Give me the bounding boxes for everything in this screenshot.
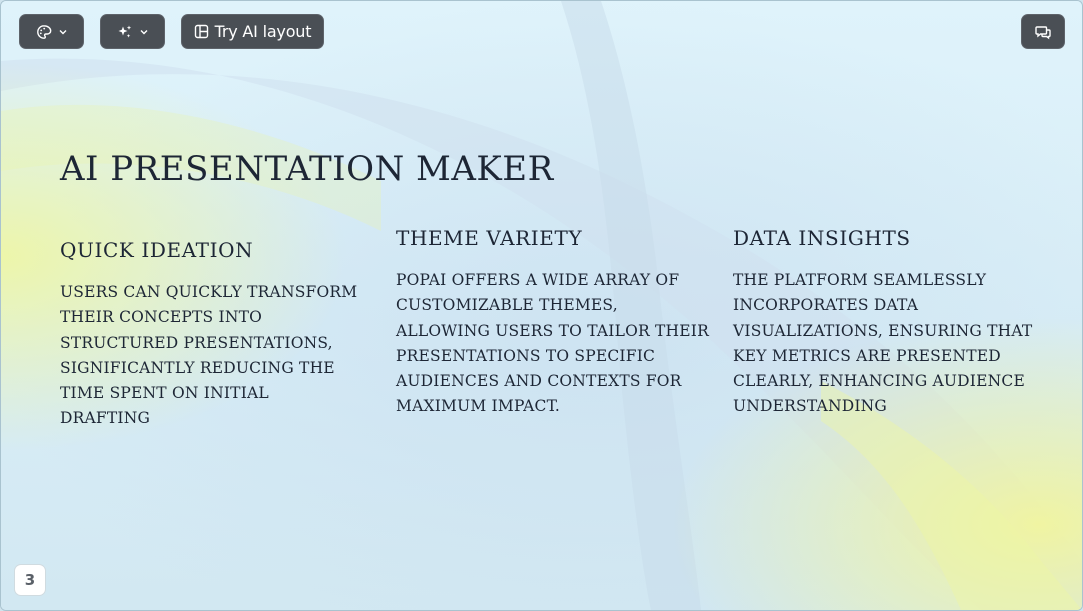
ai-dropdown-button[interactable] [100,14,165,49]
chevron-down-icon [58,27,68,37]
body-line: The platform seamlessly [733,271,987,289]
theme-dropdown-button[interactable] [19,14,84,49]
column-heading[interactable]: Quick Ideation [60,238,358,262]
body-line: allowing users to tailor their [396,321,709,340]
comments-icon [1035,24,1051,40]
body-line: PopAi offers a wide array of [396,271,680,289]
slide-title[interactable]: AI Presentation Maker [60,149,554,189]
body-line: incorporates data [733,296,919,315]
slide: Try AI layout AI Presentation Maker Quic… [0,0,1083,611]
column-body[interactable]: PopAi offers a wide array of customizabl… [396,268,716,420]
content-column-data-insights: Data Insights The platform seamlessly in… [733,226,1033,420]
column-heading[interactable]: Theme Variety [396,226,716,250]
body-line: understanding [733,397,887,416]
column-body[interactable]: Users can quickly transform their concep… [60,280,358,432]
try-ai-layout-button[interactable]: Try AI layout [181,14,324,49]
body-line: presentations to specific [396,346,656,365]
body-line: audiences and contexts for [396,372,682,391]
layout-icon [194,24,209,39]
try-ai-layout-label: Try AI layout [214,22,312,41]
body-line: maximum impact. [396,397,560,416]
body-line: time spent on initial drafting [60,384,269,428]
content-column-quick-ideation: Quick Ideation Users can quickly transfo… [60,238,358,432]
column-body[interactable]: The platform seamlessly incorporates dat… [733,268,1033,420]
content-column-theme-variety: Theme Variety PopAi offers a wide array … [396,226,716,420]
body-line: visualizations, ensuring that [733,321,1033,340]
body-line: Users can quickly transform [60,283,358,301]
body-line: significantly reducing the [60,358,335,377]
body-line: key metrics are presented [733,346,1001,365]
column-heading[interactable]: Data Insights [733,226,1033,250]
palette-icon [36,24,52,40]
page-number-badge: 3 [15,565,45,595]
body-line: customizable themes, [396,296,618,315]
body-line: clearly, enhancing audience [733,372,1025,391]
chevron-down-icon [139,27,149,37]
body-line: their concepts into [60,308,263,327]
comments-button[interactable] [1021,14,1065,49]
sparkles-icon [117,24,133,40]
body-line: structured presentations, [60,333,333,352]
